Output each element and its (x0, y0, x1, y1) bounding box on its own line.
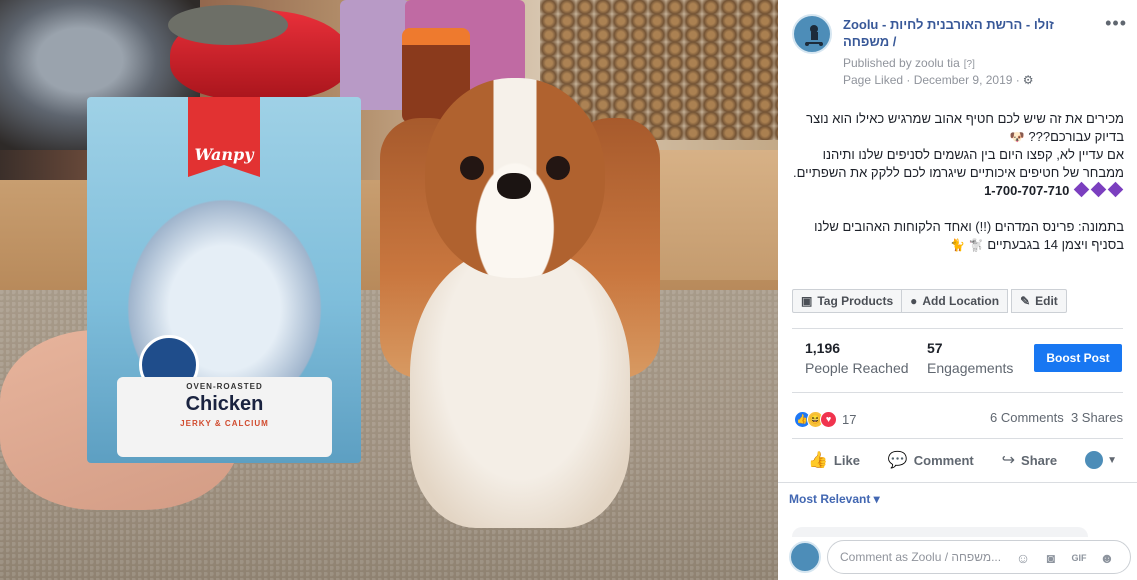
reactions-summary[interactable]: 👍 😆 ♥ 17 (794, 410, 856, 428)
location-pin-icon: ● (910, 294, 918, 308)
comment-input[interactable]: Comment as Zoolu / משפחה... ☺ ◙ GIF ☻ (827, 540, 1131, 574)
edit-label: Edit (1035, 294, 1058, 308)
speech-bubble-icon: 💬 (887, 452, 908, 469)
tag-products-label: Tag Products (817, 294, 894, 308)
people-reached-value[interactable]: 1,196 (805, 340, 840, 356)
divider (792, 438, 1123, 439)
post-photo[interactable]: Wanpy OVEN-ROASTED Chicken JERKY & CALCI… (0, 0, 778, 580)
shares-count-link[interactable]: 3 Shares (1071, 410, 1123, 425)
comment-composer: Comment as Zoolu / משפחה... ☺ ◙ GIF ☻ (789, 540, 1134, 574)
boost-post-button[interactable]: Boost Post (1034, 344, 1122, 372)
dog-body (410, 248, 630, 528)
dog-eye (460, 156, 484, 180)
published-by: Published by zoolu tia [?] (843, 56, 975, 70)
love-reaction-icon: ♥ (820, 410, 837, 428)
add-location-label: Add Location (922, 294, 1000, 308)
edit-button[interactable]: ✎ Edit (1011, 289, 1067, 313)
people-reached-label[interactable]: People Reached (805, 360, 909, 376)
phone-number: 1-700-707-710 (984, 183, 1070, 198)
add-location-button[interactable]: ● Add Location (901, 289, 1009, 313)
post-paragraph: מכירים את זה שיש לכם חטיף אהוב שמרגיש כא… (792, 110, 1124, 146)
packet-subtitle: JERKY & CALCIUM (180, 419, 269, 428)
shopping-bag-icon: ▣ (801, 294, 813, 308)
pets-emoji-icon: 🐩 🐈 (949, 238, 984, 252)
post-panel: Zoolu - זולו - הרשת האורבנית לחיות משפחה… (778, 0, 1137, 580)
post-paragraph: בתמונה: פרינס המדהים (!!) ואחד הלקוחות ה… (792, 218, 1124, 254)
page-avatar-small (1085, 451, 1104, 469)
page-avatar[interactable] (792, 14, 832, 54)
published-by-text[interactable]: Published by zoolu tia (843, 56, 960, 70)
post-line: אם עדיין לא, קפצו היום בין הגשמים לסניפי… (792, 147, 1124, 180)
commenter-avatar[interactable] (789, 541, 821, 573)
purple-diamond-icon (1090, 181, 1107, 198)
sticker-icon[interactable]: ☻ (1098, 549, 1116, 567)
most-relevant-filter[interactable]: Most Relevant ▾ (789, 492, 880, 506)
comment-label: Comment (913, 452, 974, 468)
brand-logo: Wanpy (194, 145, 254, 164)
comments-shares: 6 Comments 3 Shares (990, 410, 1123, 425)
gray-bowl (168, 5, 288, 45)
brand-badge (188, 97, 260, 177)
post-as-selector[interactable]: ▼ (1085, 451, 1117, 469)
engagements-label[interactable]: Engagements (927, 360, 1013, 376)
gif-icon[interactable]: GIF (1070, 549, 1088, 567)
engagements-value[interactable]: 57 (927, 340, 943, 356)
more-options-icon[interactable]: ••• (1105, 14, 1127, 32)
comment-placeholder: Comment as Zoolu / משפחה... (840, 550, 1002, 564)
page-name-link[interactable]: Zoolu - זולו - הרשת האורבנית לחיות משפחה… (843, 16, 1098, 50)
camera-icon[interactable]: ◙ (1042, 549, 1060, 567)
like-label: Like (833, 452, 860, 468)
divider (792, 392, 1123, 393)
share-button[interactable]: ↪ Share (1002, 450, 1058, 470)
comment-preview (792, 527, 1088, 537)
packet-flavor: Chicken (185, 393, 264, 415)
like-button[interactable]: 👍 Like (808, 450, 860, 470)
post-header: Zoolu - זולו - הרשת האורבנית לחיות משפחה… (792, 14, 1127, 94)
divider (792, 328, 1123, 329)
dog-eye (546, 156, 570, 180)
comments-count-link[interactable]: 6 Comments (990, 410, 1064, 425)
dog (370, 78, 660, 528)
post-text: מכירים את זה שיש לכם חטיף אהוב שמרגיש כא… (792, 110, 1124, 254)
dog-emoji-icon: 🐶 (1009, 130, 1025, 144)
treat-packet: Wanpy OVEN-ROASTED Chicken JERKY & CALCI… (87, 97, 361, 463)
gear-icon[interactable]: ⚙ (1023, 73, 1034, 87)
purple-diamond-icon (1107, 181, 1124, 198)
reaction-count: 17 (842, 411, 857, 427)
post-paragraph: אם עדיין לא, קפצו היום בין הגשמים לסניפי… (792, 146, 1124, 200)
share-arrow-icon: ↪ (1001, 452, 1016, 469)
dog-nose (497, 173, 531, 199)
divider (778, 482, 1137, 483)
packet-preparation: OVEN-ROASTED (186, 382, 263, 391)
emoji-icon[interactable]: ☺ (1014, 549, 1032, 567)
post-tools: ▣ Tag Products ● Add Location ✎ Edit (792, 289, 1067, 313)
thumbs-up-icon: 👍 (808, 452, 828, 469)
post-line: מכירים את זה שיש לכם חטיף אהוב שמרגיש כא… (806, 111, 1124, 144)
page-liked-date[interactable]: Page Liked · December 9, 2019 · (843, 73, 1020, 87)
purple-diamond-icon (1073, 181, 1090, 198)
pencil-icon: ✎ (1020, 294, 1031, 308)
post-meta: Page Liked · December 9, 2019 · ⚙ (843, 73, 1034, 87)
help-icon[interactable]: [?] (964, 59, 975, 70)
tag-products-button[interactable]: ▣ Tag Products (792, 289, 903, 313)
comment-button[interactable]: 💬 Comment (888, 450, 974, 470)
chevron-down-icon: ▼ (1107, 454, 1117, 466)
share-label: Share (1021, 452, 1058, 468)
scooter-logo-icon (805, 25, 823, 46)
post-actions: 👍 Like 💬 Comment ↪ Share ▼ (792, 448, 1123, 472)
